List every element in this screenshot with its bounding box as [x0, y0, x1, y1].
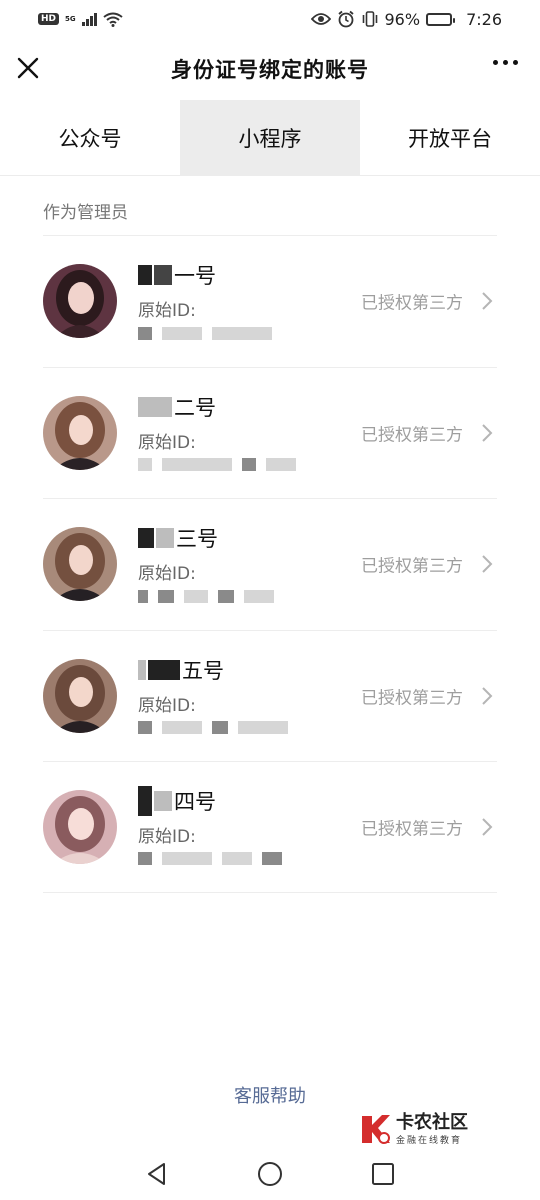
recents-square-icon[interactable] — [370, 1161, 396, 1187]
original-id-redacted — [138, 588, 274, 604]
account-name: 二号 — [138, 393, 296, 421]
account-name: 四号 — [138, 785, 282, 816]
redaction — [148, 659, 180, 680]
redaction — [138, 265, 152, 286]
customer-service-help-link[interactable]: 客服帮助 — [0, 1082, 540, 1108]
account-info: 三号 原始ID: — [138, 524, 274, 604]
tab-mini-programs[interactable]: 小程序 — [180, 100, 360, 175]
watermark: 卡农社区 金融在线教育 — [360, 1112, 468, 1146]
original-id-label: 原始ID: — [138, 301, 196, 322]
account-info: 五号 原始ID: — [138, 656, 288, 736]
original-id-redacted — [138, 851, 282, 867]
account-list: 一号 原始ID: 已授权第三方 二号 原始ID: 已授权第三方 三号 原始ID:… — [43, 235, 497, 893]
account-name: 一号 — [138, 261, 272, 289]
tab-official-accounts[interactable]: 公众号 — [0, 100, 180, 175]
avatar — [43, 527, 117, 602]
avatar — [43, 789, 117, 864]
kanong-logo-icon — [362, 1115, 390, 1144]
list-item[interactable]: 一号 原始ID: 已授权第三方 — [43, 235, 497, 367]
list-item[interactable]: 五号 原始ID: 已授权第三方 — [43, 629, 497, 762]
account-name-suffix: 五号 — [182, 658, 224, 683]
redaction — [138, 396, 172, 417]
authorization-status: 已授权第三方 — [361, 293, 463, 314]
list-item[interactable]: 二号 原始ID: 已授权第三方 — [43, 366, 497, 499]
original-id-redacted — [138, 457, 296, 473]
list-item[interactable]: 三号 原始ID: 已授权第三方 — [43, 498, 497, 630]
hd-badge: HD — [38, 13, 60, 25]
account-info: 四号 原始ID: — [138, 785, 282, 867]
chevron-right-icon — [482, 818, 493, 836]
redaction — [154, 265, 172, 286]
account-info: 一号 原始ID: — [138, 261, 272, 341]
account-name-suffix: 三号 — [176, 527, 218, 552]
battery-percent: 96% — [384, 9, 421, 29]
signal-icon — [81, 12, 97, 26]
original-id-label: 原始ID: — [138, 826, 196, 847]
list-item[interactable]: 四号 原始ID: 已授权第三方 — [43, 761, 497, 893]
account-name-suffix: 四号 — [174, 789, 216, 814]
original-id-label: 原始ID: — [138, 432, 196, 453]
header: 身份证号绑定的账号 — [0, 38, 540, 100]
eye-icon — [310, 13, 331, 25]
tab-bar: 公众号 小程序 开放平台 — [0, 100, 540, 176]
authorization-status: 已授权第三方 — [361, 556, 463, 577]
original-id-redacted — [138, 720, 288, 736]
original-id-label: 原始ID: — [138, 564, 196, 585]
watermark-main: 卡农社区 — [396, 1111, 468, 1133]
original-id-label: 原始ID: — [138, 695, 196, 716]
chevron-right-icon — [482, 555, 493, 573]
status-bar: HD 5G 96% 7:26 — [0, 0, 540, 38]
system-nav-bar — [0, 1148, 540, 1200]
redaction — [138, 785, 152, 816]
original-id-redacted — [138, 325, 272, 341]
authorization-status: 已授权第三方 — [361, 425, 463, 446]
battery-icon — [426, 12, 456, 26]
avatar — [43, 264, 117, 339]
more-icon[interactable] — [493, 60, 518, 65]
status-time: 7:26 — [466, 9, 502, 29]
back-triangle-icon[interactable] — [144, 1161, 170, 1187]
status-right: 96% 7:26 — [310, 9, 502, 29]
alarm-icon — [337, 10, 354, 28]
account-name-suffix: 一号 — [174, 264, 216, 289]
watermark-sub: 金融在线教育 — [396, 1135, 463, 1146]
watermark-text: 卡农社区 金融在线教育 — [396, 1111, 468, 1146]
chevron-right-icon — [482, 687, 493, 705]
status-left: HD 5G — [38, 12, 123, 27]
authorization-status: 已授权第三方 — [361, 819, 463, 840]
network-label: 5G — [65, 14, 76, 23]
tab-open-platform[interactable]: 开放平台 — [360, 100, 540, 175]
chevron-right-icon — [482, 292, 493, 310]
account-name-suffix: 二号 — [174, 395, 216, 420]
account-name: 三号 — [138, 524, 274, 552]
redaction — [156, 528, 174, 549]
vibrate-icon — [362, 11, 377, 27]
close-icon[interactable] — [14, 54, 42, 82]
avatar — [43, 658, 117, 733]
wifi-icon — [103, 12, 123, 27]
avatar — [43, 395, 117, 470]
chevron-right-icon — [482, 424, 493, 442]
redaction — [138, 528, 154, 549]
redaction — [138, 659, 146, 680]
authorization-status: 已授权第三方 — [361, 688, 463, 709]
redaction — [154, 790, 172, 811]
section-label: 作为管理员 — [43, 203, 128, 223]
page-title: 身份证号绑定的账号 — [171, 58, 369, 82]
account-info: 二号 原始ID: — [138, 393, 296, 473]
account-name: 五号 — [138, 656, 288, 684]
home-circle-icon[interactable] — [257, 1161, 283, 1187]
